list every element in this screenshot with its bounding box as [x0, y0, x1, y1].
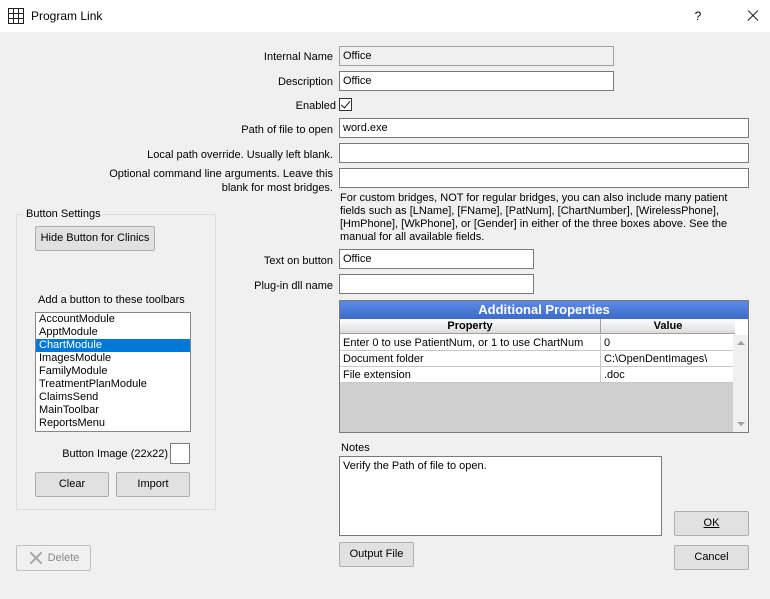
hide-button-label: Hide Button for Clinics	[40, 232, 150, 244]
description-field[interactable]: Office	[339, 71, 614, 91]
description-label: Description	[277, 76, 333, 88]
cell-value: C:\OpenDentImages\	[604, 353, 708, 365]
cell-property: Document folder	[340, 351, 601, 367]
cancel-button-label: Cancel	[694, 551, 729, 563]
column-header-property[interactable]: Property	[340, 319, 601, 334]
grid-scrollbar[interactable]	[733, 335, 748, 432]
output-file-label: Output File	[349, 548, 404, 560]
notes-textarea[interactable]: Verify the Path of file to open.	[339, 456, 662, 536]
toolbars-listbox[interactable]: AccountModule ApptModule ChartModule Ima…	[35, 312, 191, 432]
list-item[interactable]: FamilyModule	[36, 365, 190, 378]
list-item-selected[interactable]: ChartModule	[36, 339, 190, 352]
cell-property: Enter 0 to use PatientNum, or 1 to use C…	[340, 335, 601, 351]
scroll-down-icon[interactable]	[737, 422, 745, 426]
table-row[interactable]: File extension .doc	[340, 367, 734, 383]
button-image-label: Button Image (22x22)	[62, 448, 168, 460]
cmdline-field[interactable]	[339, 168, 749, 188]
scroll-up-icon[interactable]	[737, 341, 745, 345]
plugin-field[interactable]	[339, 274, 534, 294]
hide-button-for-clinics[interactable]: Hide Button for Clinics	[35, 226, 155, 251]
local-override-label: Local path override. Usually left blank.	[147, 149, 333, 161]
close-icon[interactable]	[740, 3, 766, 29]
cancel-button[interactable]: Cancel	[674, 545, 749, 570]
button-text-field[interactable]: Office	[339, 249, 534, 269]
ok-button-label: OK	[703, 517, 720, 529]
list-item[interactable]: ApptModule	[36, 326, 190, 339]
list-item[interactable]: MainToolbar	[36, 404, 190, 417]
path-field[interactable]: word.exe	[339, 118, 749, 138]
cmdline-label-line1: Optional command line arguments. Leave t…	[109, 168, 333, 180]
import-button-label: Import	[137, 478, 169, 490]
enabled-checkbox[interactable]	[339, 98, 352, 111]
button-settings-title: Button Settings	[24, 208, 103, 220]
help-button[interactable]: ?	[688, 6, 708, 26]
column-header-value[interactable]: Value	[601, 319, 735, 334]
enabled-label: Enabled	[295, 100, 336, 112]
cell-property: File extension	[340, 367, 601, 383]
window-title: Program Link	[31, 9, 103, 23]
toolbars-label: Add a button to these toolbars	[38, 294, 185, 306]
additional-properties-grid: Additional Properties Property Value Ent…	[339, 300, 749, 433]
list-item[interactable]: AccountModule	[36, 313, 190, 326]
cell-value: .doc	[604, 369, 625, 381]
table-row[interactable]: Document folder C:\OpenDentImages\	[340, 351, 734, 367]
grid-header: Property Value	[340, 319, 735, 334]
app-grid-icon	[8, 8, 24, 24]
cell-value: 0	[604, 337, 611, 349]
grid-body: Enter 0 to use PatientNum, or 1 to use C…	[340, 335, 734, 432]
list-item[interactable]: ReportsMenu	[36, 417, 190, 430]
list-item[interactable]: TreatmentPlanModule	[36, 378, 190, 391]
cmdline-label-line2: blank for most bridges.	[221, 182, 333, 194]
table-row[interactable]: Enter 0 to use PatientNum, or 1 to use C…	[340, 335, 734, 351]
ok-button[interactable]: OK	[674, 511, 749, 536]
custom-bridge-info-text: For custom bridges, NOT for regular brid…	[340, 192, 728, 243]
notes-label: Notes	[341, 442, 370, 454]
grid-title: Additional Properties	[340, 301, 748, 319]
import-button[interactable]: Import	[116, 472, 190, 497]
list-item[interactable]: ImagesModule	[36, 352, 190, 365]
button-image-preview	[170, 443, 190, 464]
clear-button[interactable]: Clear	[35, 472, 109, 497]
output-file-button[interactable]: Output File	[339, 542, 414, 567]
title-bar: Program Link ?	[0, 0, 770, 32]
program-link-window: Program Link ? Internal Name Office Desc…	[0, 0, 770, 599]
internal-name-field[interactable]: Office	[339, 46, 614, 66]
delete-button[interactable]: Delete	[16, 545, 91, 571]
internal-name-label: Internal Name	[263, 51, 333, 63]
clear-button-label: Clear	[58, 478, 86, 490]
path-label: Path of file to open	[241, 124, 333, 136]
list-item[interactable]: ClaimsSend	[36, 391, 190, 404]
delete-x-icon	[28, 551, 44, 565]
local-override-field[interactable]	[339, 143, 749, 163]
delete-button-label: Delete	[47, 552, 80, 564]
